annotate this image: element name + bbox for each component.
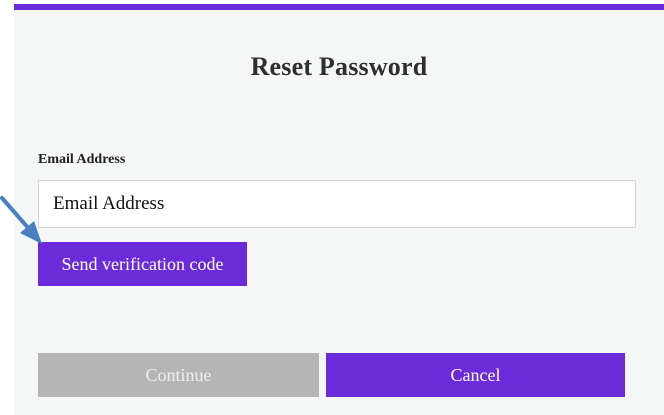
cancel-button[interactable]: Cancel xyxy=(326,353,625,397)
page-title: Reset Password xyxy=(250,52,428,81)
arrow-pointer-icon xyxy=(0,196,42,244)
send-verification-code-button[interactable]: Send verification code xyxy=(38,242,247,286)
email-field-label: Email Address xyxy=(38,152,126,167)
email-field[interactable] xyxy=(38,180,636,228)
accent-top-bar xyxy=(14,4,664,10)
continue-button[interactable]: Continue xyxy=(38,353,319,397)
